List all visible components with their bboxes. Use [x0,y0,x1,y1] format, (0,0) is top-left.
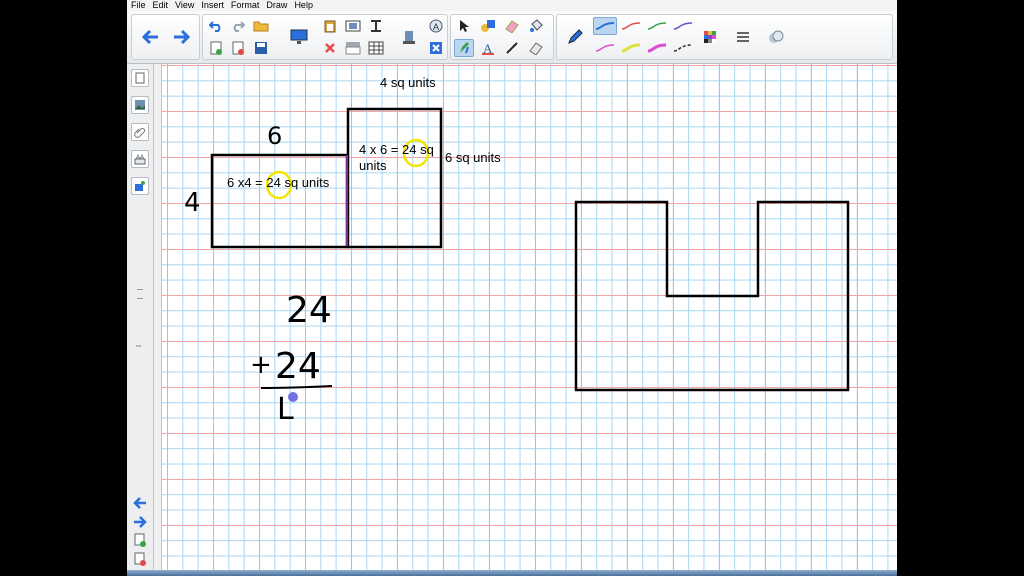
pen-style-pink[interactable] [645,39,669,57]
save-icon[interactable] [251,39,271,57]
new-page-icon[interactable] [206,39,226,57]
insert-table-icon[interactable] [366,39,386,57]
menu-insert[interactable]: Insert [201,0,224,11]
menu-edit[interactable]: Edit [153,0,169,11]
open-file-icon[interactable] [251,17,271,35]
whiteboard-canvas[interactable]: 4 sq units 6 x4 = 24 sq units 4 x 6 = 24… [161,64,897,570]
sum-plus: + [250,350,272,380]
undo-icon[interactable] [206,17,226,35]
dimension-top: 6 [267,122,283,150]
pen-style-purple[interactable] [671,17,695,35]
sum-bottom-number: 24 [275,346,321,387]
pen-color-icon[interactable] [565,28,585,46]
color-palette-icon[interactable] [700,28,720,46]
pen-tool-icon[interactable] [454,39,474,57]
pen-properties-group [556,14,893,60]
nav-group [131,14,200,60]
recognition-icon[interactable]: A [426,17,446,35]
line-icon[interactable] [502,39,522,57]
menu-bar: File Edit View Insert Format Draw Help [127,0,897,11]
screen-shade-tool-icon[interactable] [343,39,363,57]
menu-help[interactable]: Help [294,0,313,11]
attachments-icon[interactable] [131,123,149,141]
svg-text:AA: AA [136,155,144,161]
dimension-left: 4 [184,188,201,218]
menu-draw[interactable]: Draw [266,0,287,11]
taskbar [127,570,897,576]
close-tool-icon[interactable] [426,39,446,57]
right-rect-calc-line2: units [359,158,387,173]
screen-shade-icon[interactable] [289,28,309,46]
left-rect-calc: 6 x4 = 24 sq units [227,175,330,190]
menu-view[interactable]: View [175,0,194,11]
paste-icon[interactable] [320,17,340,35]
remove-page-icon[interactable] [131,550,149,568]
left-rectangle[interactable] [210,153,349,249]
gallery-icon[interactable] [131,96,149,114]
redo-icon[interactable] [228,17,248,35]
properties-tab-icon[interactable]: AA [131,150,149,168]
right-rect-calc-line1: 4 x 6 = 24 sq [359,142,434,157]
document-camera-icon[interactable] [399,28,419,46]
side-tabs: AA ⇔ [127,64,154,576]
menu-file[interactable]: File [131,0,146,11]
right-rectangle[interactable] [346,107,443,249]
shapes-icon[interactable] [478,17,498,35]
forward-arrow-icon[interactable] [172,28,192,46]
back-arrow-icon[interactable] [140,28,160,46]
fill-icon[interactable] [526,17,546,35]
page-sorter-icon[interactable] [131,69,149,87]
text-cursor-icon[interactable] [366,17,386,35]
add-page-icon[interactable] [131,531,149,549]
notebook-window: File Edit View Insert Format Draw Help A… [127,0,897,576]
pen-style-green[interactable] [645,17,669,35]
svg-text:A: A [433,22,439,32]
pen-style-blue[interactable] [593,17,617,35]
edit-group: A [202,14,448,60]
next-page-icon[interactable] [131,513,149,531]
text-icon[interactable]: A [478,39,498,57]
pen-style-magenta[interactable] [593,39,617,57]
delete-page-icon[interactable] [228,39,248,57]
pen-style-dashed[interactable] [671,39,695,57]
highlighter-eraser-icon[interactable] [526,39,546,57]
resize-handle[interactable] [137,289,143,299]
u-shape-figure[interactable] [574,200,850,392]
svg-text:A: A [483,41,493,55]
addons-icon[interactable] [131,177,149,195]
select-arrow-icon[interactable] [454,17,474,35]
top-area-label: 4 sq units [380,75,436,90]
capture-icon[interactable] [343,17,363,35]
properties-icon[interactable] [766,28,786,46]
delete-icon[interactable] [320,39,340,57]
sum-top-number: 24 [286,290,332,331]
sum-partial-answer: L [277,392,294,427]
expand-arrows-icon[interactable]: ⇔ [134,340,143,350]
prev-page-icon[interactable] [131,494,149,512]
menu-format[interactable]: Format [231,0,260,11]
line-style-icon[interactable] [733,28,753,46]
toolbar: A A [127,11,897,64]
tools-group: A [450,14,554,60]
side-area-label: 6 sq units [445,150,501,165]
eraser-icon[interactable] [502,17,522,35]
pen-style-red[interactable] [619,17,643,35]
pen-style-yellow[interactable] [619,39,643,57]
